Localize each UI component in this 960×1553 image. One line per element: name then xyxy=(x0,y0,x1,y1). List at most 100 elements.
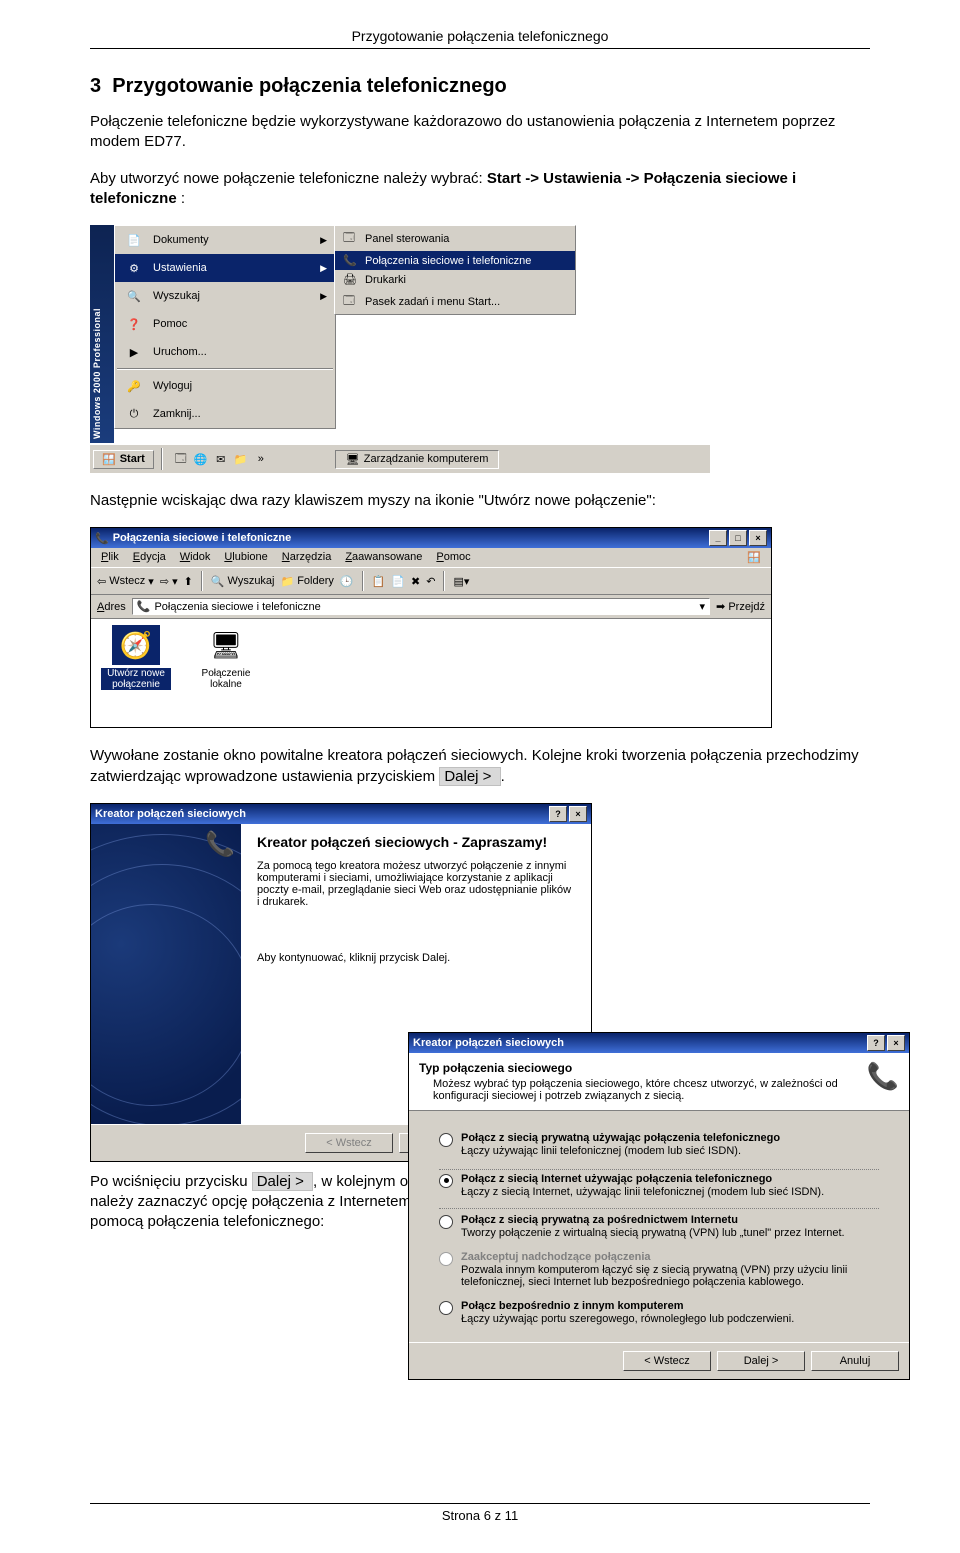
menu-zaawansowane[interactable]: Zaawansowane xyxy=(339,550,428,565)
menu-item-icon: ▶ xyxy=(123,343,145,361)
connection-type-option[interactable]: Połącz z siecią Internet używając połącz… xyxy=(439,1173,824,1205)
dropdown-icon[interactable]: ▾ xyxy=(700,600,706,613)
connection-type-option[interactable]: Połącz bezpośrednio z innym komputeremŁą… xyxy=(439,1300,879,1332)
submenu-item[interactable]: 🗔Panel sterowania xyxy=(335,226,575,251)
explorer-item[interactable]: 🧭Utwórz nowe połączenie xyxy=(101,625,171,721)
start-menu-item[interactable]: ⏻Zamknij... xyxy=(115,400,335,428)
start-button[interactable]: 🪟 Start xyxy=(93,450,154,469)
forward-button[interactable]: ⇨ ▾ xyxy=(160,575,178,588)
paragraph-3: Następnie wciskając dwa razy klawiszem m… xyxy=(90,491,870,511)
submenu-item-icon: 🗔 xyxy=(343,292,359,311)
option-title: Zaakceptuj nadchodzące połączenia xyxy=(461,1251,879,1263)
menu-item-icon: 🔑 xyxy=(123,377,145,395)
minimize-button[interactable]: _ xyxy=(709,530,727,546)
menu-widok[interactable]: Widok xyxy=(174,550,217,565)
wizard1-titlebar: Kreator połączeń sieciowych ? × xyxy=(91,804,591,824)
go-button[interactable]: ➡ Przejdź xyxy=(716,600,765,613)
start-menu-item[interactable]: 🔍Wyszukaj▶ xyxy=(115,282,335,310)
wizard2-help-button[interactable]: ? xyxy=(867,1035,885,1051)
views-button[interactable]: ▤▾ xyxy=(453,575,469,588)
windows-flag-icon: 🪟 xyxy=(741,550,767,565)
ql-explorer-icon[interactable]: 📁 xyxy=(233,451,249,467)
radio-button[interactable] xyxy=(439,1133,453,1147)
explorer-item[interactable]: 🖥Połączenie lokalne xyxy=(191,625,261,721)
wizard2-back-button[interactable]: < Wstecz xyxy=(623,1351,711,1371)
wizard2-head-title: Typ połączenia sieciowego xyxy=(419,1061,867,1075)
folders-button[interactable]: 📁 Foldery xyxy=(281,575,334,588)
wizard1-continue-text: Aby kontynuować, kliknij przycisk Dalej. xyxy=(257,952,575,964)
submenu-item[interactable]: 📞Połączenia sieciowe i telefoniczne xyxy=(335,251,575,270)
wizard2-head-sub: Możesz wybrać typ połączenia sieciowego,… xyxy=(419,1075,867,1102)
paragraph-1: Połączenie telefoniczne będzie wykorzyst… xyxy=(90,112,870,153)
folder-icon: 📞 xyxy=(137,600,151,613)
wizard2-title: Kreator połączeń sieciowych xyxy=(413,1037,564,1049)
menu-item-icon: ⚙ xyxy=(123,259,145,277)
radio-button[interactable] xyxy=(439,1174,453,1188)
copy-button[interactable]: 📄 xyxy=(391,575,405,588)
ql-chevron-icon[interactable]: » xyxy=(253,451,269,467)
wizard2-header: Typ połączenia sieciowego Możesz wybrać … xyxy=(409,1053,909,1111)
wizard2-cancel-button[interactable]: Anuluj xyxy=(811,1351,899,1371)
menu-item-icon: 🔍 xyxy=(123,287,145,305)
start-menu-item[interactable]: ▶Uruchom... xyxy=(115,338,335,366)
menu-narzędzia[interactable]: Narzędzia xyxy=(276,550,338,565)
start-menu-item[interactable]: 📄Dokumenty▶ xyxy=(115,226,335,254)
search-label: Wyszukaj xyxy=(228,575,275,587)
menu-ulubione[interactable]: Ulubione xyxy=(218,550,273,565)
menu-item-label: Wyloguj xyxy=(153,380,192,392)
menu-item-icon: 📄 xyxy=(123,231,145,249)
start-menu-item[interactable]: ⚙Ustawienia▶ xyxy=(115,254,335,282)
taskbar-app-label: Zarządzanie komputerem xyxy=(364,453,489,465)
submenu-item-label: Pasek zadań i menu Start... xyxy=(365,296,500,308)
menu-pomoc[interactable]: Pomoc xyxy=(430,550,476,565)
wizard2-buttonbar: < Wstecz Dalej > Anuluj xyxy=(409,1342,909,1379)
menu-item-label: Wyszukaj xyxy=(153,290,200,302)
submenu-item[interactable]: 🖨Drukarki xyxy=(335,270,575,289)
submenu-arrow-icon: ▶ xyxy=(320,235,327,246)
connection-type-option: Zaakceptuj nadchodzące połączeniaPozwala… xyxy=(439,1251,879,1295)
ql-ie-icon[interactable]: 🌐 xyxy=(193,451,209,467)
wizard2-next-button[interactable]: Dalej > xyxy=(717,1351,805,1371)
running-header: Przygotowanie połączenia telefonicznego xyxy=(90,28,870,49)
folders-label: Foldery xyxy=(297,575,334,587)
wizard2-close-button[interactable]: × xyxy=(887,1035,905,1051)
delete-button[interactable]: ✖ xyxy=(411,575,420,588)
address-field[interactable]: 📞 Połączenia sieciowe i telefoniczne ▾ xyxy=(132,598,710,615)
windows-flag-icon: 🪟 xyxy=(102,453,116,466)
menu-item-icon: ❓ xyxy=(123,315,145,333)
dalej-button-inline-2: Dalej > xyxy=(252,1172,313,1191)
ql-desktop-icon[interactable]: 🗔 xyxy=(173,451,189,467)
start-menu-item[interactable]: 🔑 Wyloguj xyxy=(115,372,335,400)
section-title: Przygotowanie połączenia telefonicznego xyxy=(112,75,507,97)
up-button[interactable]: ⬆ xyxy=(184,575,193,588)
wizard1-left-graphic: 📞 xyxy=(91,824,241,1124)
undo-button[interactable]: ↶ xyxy=(426,575,435,588)
phone-icon: 📞 xyxy=(205,830,235,859)
back-button[interactable]: ⇦ Wstecz ▾ xyxy=(97,575,154,588)
wizard2-body: Połącz z siecią prywatną używając połącz… xyxy=(409,1111,909,1342)
item-label: Połączenie lokalne xyxy=(202,668,251,690)
connection-type-option[interactable]: Połącz z siecią prywatną używając połącz… xyxy=(439,1132,879,1164)
wizard1-help-button[interactable]: ? xyxy=(549,806,567,822)
radio-button[interactable] xyxy=(439,1215,453,1229)
wizard2-titlebar: Kreator połączeń sieciowych ? × xyxy=(409,1033,909,1053)
wizard1-close-button[interactable]: × xyxy=(569,806,587,822)
taskbar-app-button[interactable]: 🖥 Zarządzanie komputerem xyxy=(335,450,500,469)
close-button[interactable]: × xyxy=(749,530,767,546)
wizard1-body-text: Za pomocą tego kreatora możesz utworzyć … xyxy=(257,860,575,908)
maximize-button[interactable]: □ xyxy=(729,530,747,546)
radio-button[interactable] xyxy=(439,1301,453,1315)
search-button[interactable]: 🔍 Wyszukaj xyxy=(211,575,275,588)
item-icon: 🧭 xyxy=(112,625,160,665)
move-button[interactable]: 📋 xyxy=(372,575,386,588)
history-button[interactable]: 🕒 xyxy=(340,575,354,588)
menu-plik[interactable]: Plik xyxy=(95,550,125,565)
back-label: Wstecz xyxy=(109,575,145,587)
address-bar: Adres 📞 Połączenia sieciowe i telefonicz… xyxy=(91,595,771,619)
ql-outlook-icon[interactable]: ✉ xyxy=(213,451,229,467)
submenu-item[interactable]: 🗔 Pasek zadań i menu Start... xyxy=(335,289,575,314)
start-menu-item[interactable]: ❓Pomoc xyxy=(115,310,335,338)
connection-type-option[interactable]: Połącz z siecią prywatną za pośrednictwe… xyxy=(439,1214,879,1246)
menu-edycja[interactable]: Edycja xyxy=(127,550,172,565)
explorer-titlebar: 📞 Połączenia sieciowe i telefoniczne _ □… xyxy=(91,528,771,548)
